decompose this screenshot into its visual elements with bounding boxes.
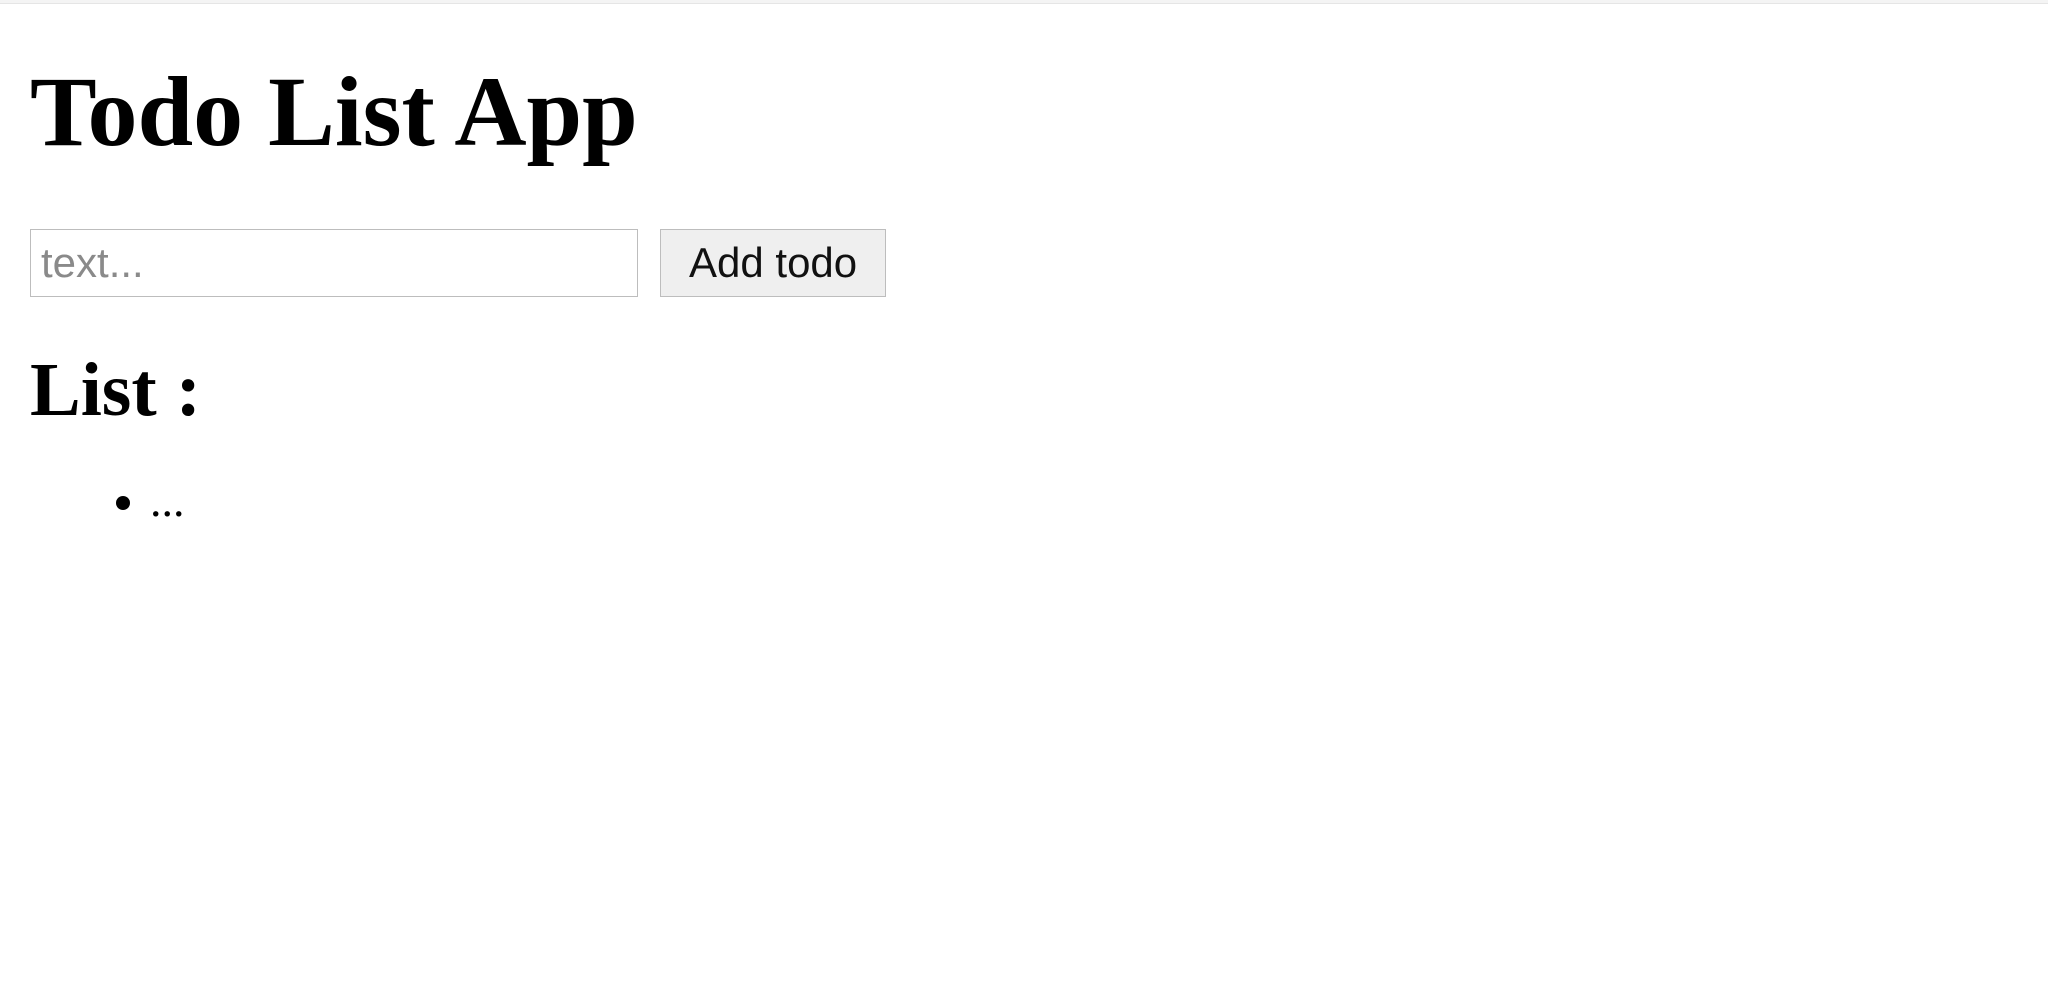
page-title: Todo List App: [30, 54, 2018, 169]
add-todo-button[interactable]: Add todo: [660, 229, 886, 297]
list-heading: List :: [30, 347, 2018, 434]
todo-list: ...: [30, 474, 2018, 527]
list-item: ...: [150, 474, 2018, 527]
todo-input[interactable]: [30, 229, 638, 297]
page-container: Todo List App Add todo List : ...: [0, 4, 2048, 567]
todo-form: Add todo: [30, 229, 2018, 297]
